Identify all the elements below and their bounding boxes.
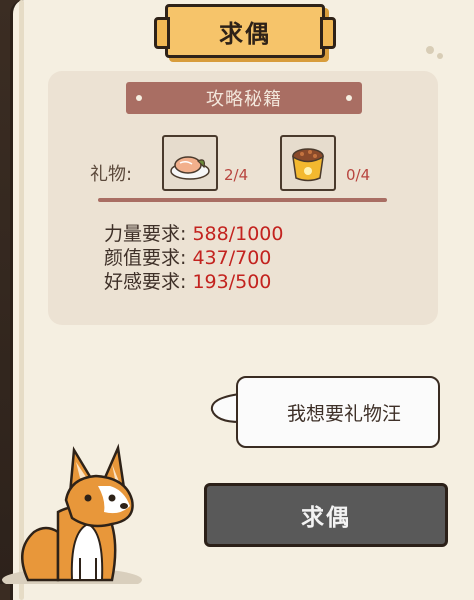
gift-count-food-bowl: 0/4 bbox=[346, 166, 371, 184]
requirement-looks: 颜值要求: 437/700 bbox=[104, 243, 271, 270]
title-plaque: 求偶 bbox=[154, 4, 336, 58]
propose-button[interactable]: 求偶 bbox=[204, 483, 448, 547]
requirement-strength: 力量要求: 588/1000 bbox=[104, 219, 283, 246]
gift-label: 礼物: bbox=[90, 164, 133, 185]
gift-count-fish: 2/4 bbox=[224, 166, 249, 184]
ribbon-dot-left bbox=[136, 95, 142, 101]
requirement-label: 颜值要求: bbox=[104, 247, 187, 269]
pet-food-bowl-icon bbox=[292, 148, 324, 182]
requirement-value: 437/700 bbox=[192, 247, 272, 269]
requirement-label: 力量要求: bbox=[104, 223, 187, 245]
gift-slot-food-bowl[interactable] bbox=[280, 135, 336, 191]
requirement-affection: 好感要求: 193/500 bbox=[104, 267, 271, 294]
speech-bubble-body: 我想要礼物汪 bbox=[236, 376, 440, 448]
decoration-dots bbox=[426, 46, 443, 59]
section-header: 攻略秘籍 bbox=[206, 89, 282, 110]
section-header-ribbon: 攻略秘籍 bbox=[126, 82, 362, 114]
speech-bubble-text: 我想要礼物汪 bbox=[286, 402, 401, 425]
propose-button-label: 求偶 bbox=[301, 505, 351, 531]
gift-slot-fish[interactable] bbox=[162, 135, 218, 191]
requirement-value: 588/1000 bbox=[192, 223, 284, 245]
fish-plate-icon bbox=[170, 156, 210, 180]
corgi-character bbox=[2, 443, 142, 584]
divider bbox=[98, 198, 387, 202]
speech-bubble: 我想要礼物汪 bbox=[206, 370, 446, 454]
page-title: 求偶 bbox=[219, 19, 271, 48]
requirement-value: 193/500 bbox=[192, 271, 272, 293]
requirement-label: 好感要求: bbox=[104, 271, 187, 293]
ribbon-dot-right bbox=[346, 95, 352, 101]
